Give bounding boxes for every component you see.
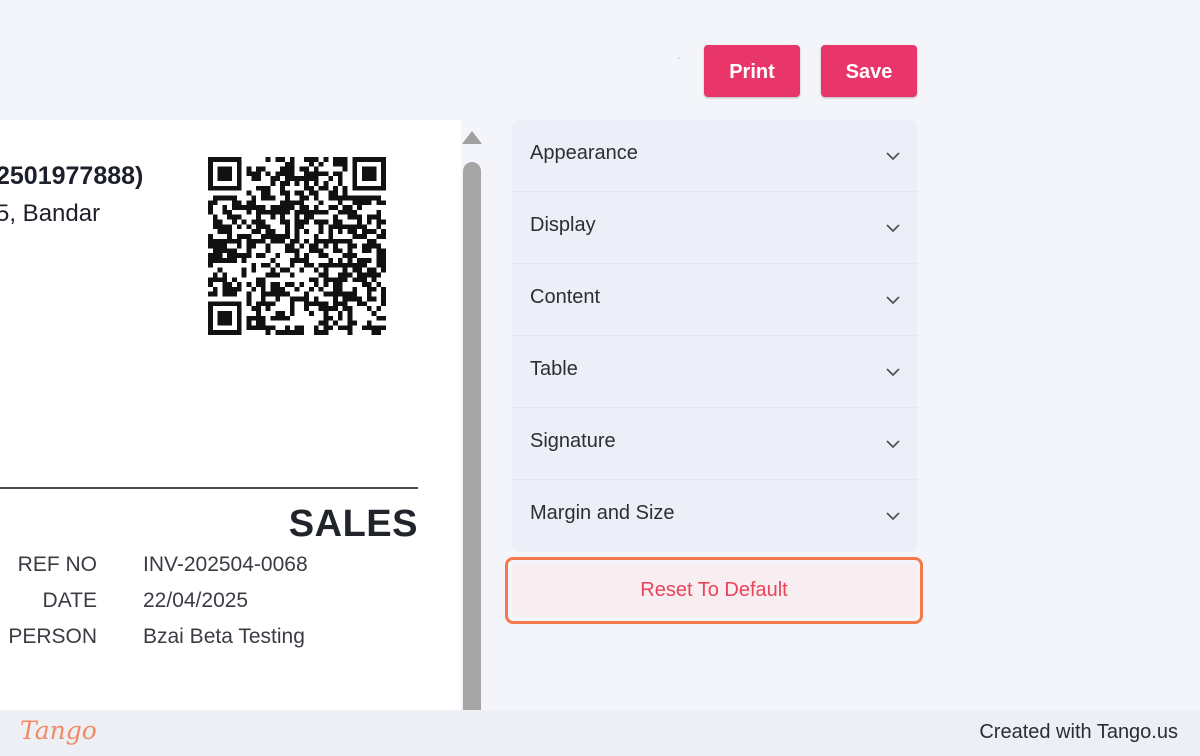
scroll-up-arrow-icon[interactable] [461,128,483,148]
accordion-signature[interactable]: Signature [512,408,917,480]
accordion-margin-and-size[interactable]: Margin and Size [512,480,917,551]
accordion-table[interactable]: Table [512,336,917,408]
accordion-appearance[interactable]: Appearance [512,120,917,192]
tango-logo: Tango [20,716,97,745]
accordion-label: Margin and Size [530,502,675,524]
info-value-person: Bzai Beta Testing [143,625,305,648]
info-label-person: PERSON [8,625,97,648]
accordion-label: Signature [530,430,616,452]
qr-code-icon [208,157,386,335]
info-label-ref-no: REF NO [17,553,97,576]
scrollbar-thumb[interactable] [463,162,481,710]
accordion-display[interactable]: Display [512,192,917,264]
chevron-down-icon [886,440,900,449]
accordion-label: Display [530,214,596,236]
toolbar-separator [678,57,680,59]
company-address: 5, Bandar [0,200,101,227]
print-button[interactable]: Print [704,45,800,97]
save-button[interactable]: Save [821,45,917,97]
settings-panel: Appearance Display Content Table Signatu… [512,120,917,552]
document-title: SALES [288,503,418,545]
accordion-label: Content [530,286,601,308]
chevron-down-icon [886,296,900,305]
footer-bar: Tango Created with Tango.us [0,710,1200,756]
accordion-content[interactable]: Content [512,264,917,336]
chevron-down-icon [886,512,900,521]
info-label-date: DATE [42,589,97,612]
company-registration-number: 2501977888) [0,162,144,190]
footer-credit: Created with Tango.us [979,721,1178,743]
chevron-down-icon [886,152,900,161]
info-value-ref-no: INV-202504-0068 [143,553,308,576]
accordion-label: Table [530,358,578,380]
section-divider [0,487,418,489]
info-value-date: 22/04/2025 [143,589,249,612]
highlight-outline [505,557,923,624]
accordion-label: Appearance [530,142,638,164]
chevron-down-icon [886,224,900,233]
chevron-down-icon [886,368,900,377]
